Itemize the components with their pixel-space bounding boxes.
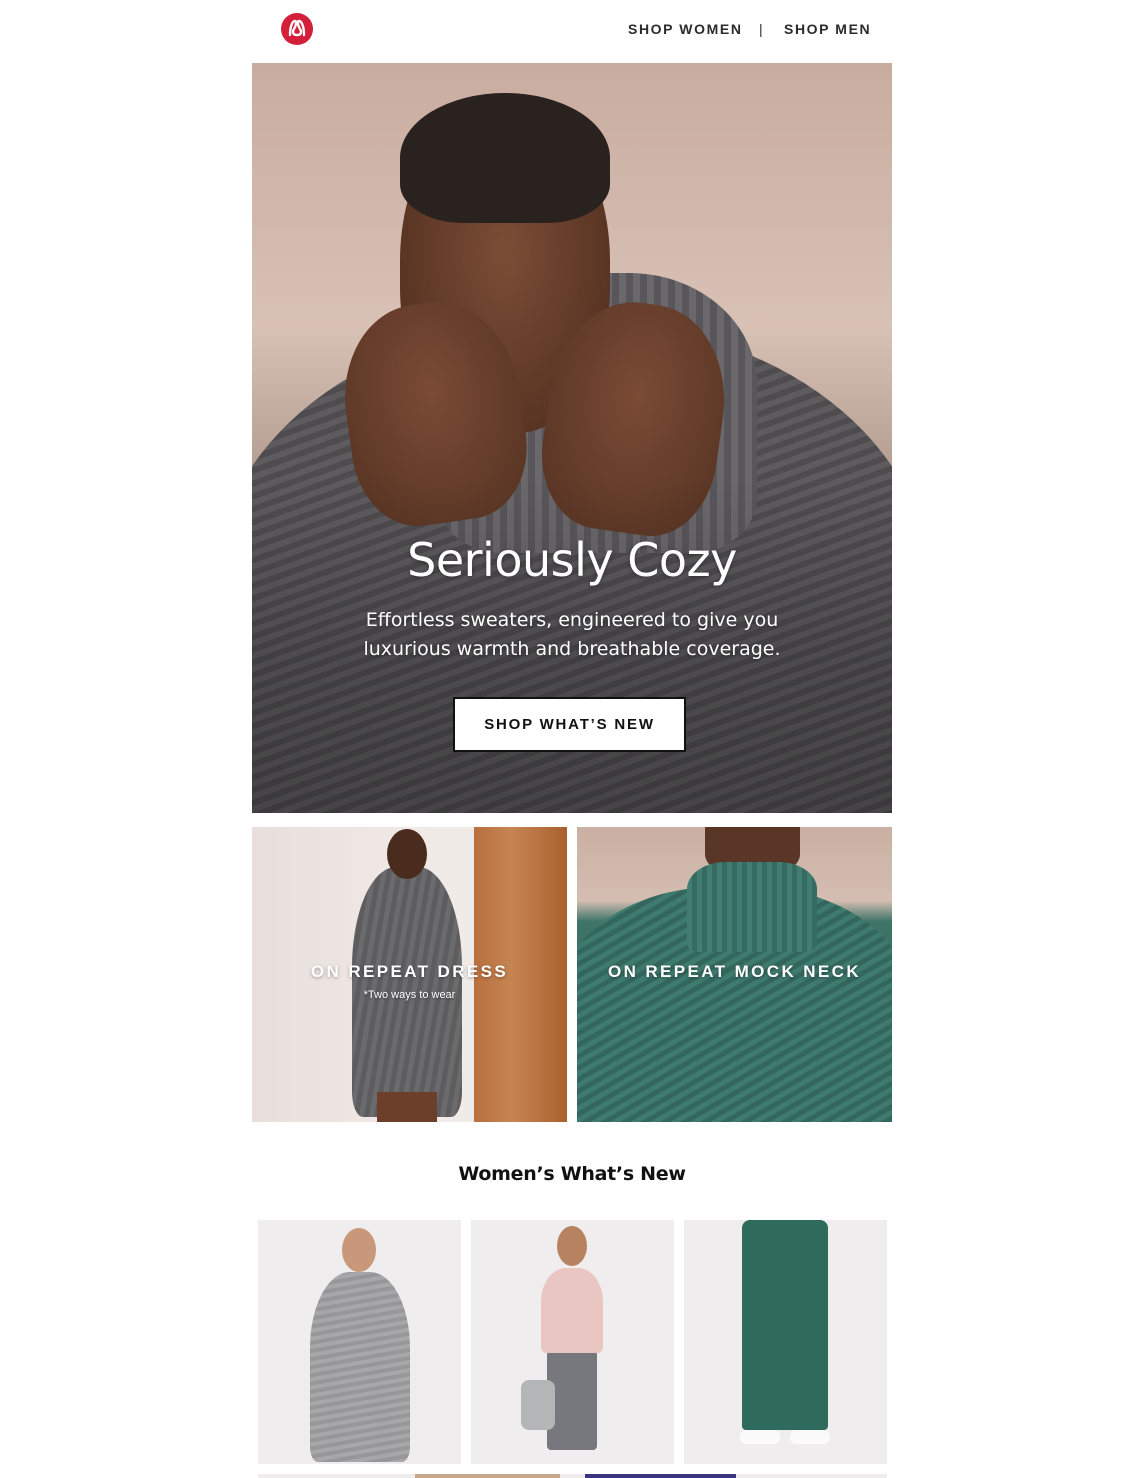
hero-title: Seriously Cozy	[407, 533, 737, 587]
product-image-green-pants	[742, 1220, 828, 1430]
section-title: Women’s What’s New	[458, 1163, 686, 1185]
nav-shop-men-link[interactable]: SHOP MEN	[784, 21, 871, 37]
product-card-jacket[interactable]	[258, 1220, 461, 1464]
product-image-left-shoe	[740, 1430, 780, 1444]
brand-logo-icon[interactable]	[281, 13, 313, 45]
hero-banner[interactable]: Seriously Cozy Effortless sweaters, engi…	[252, 63, 892, 813]
product-image-right-shoe	[790, 1430, 830, 1444]
tile-title: ON REPEAT MOCK NECK	[607, 962, 862, 981]
hero-subtitle: Effortless sweaters, engineered to give …	[363, 609, 781, 660]
nav-separator: |	[759, 21, 765, 37]
tile-image-model-legs	[377, 1092, 437, 1122]
tile-note: *Two ways to wear	[363, 989, 456, 1001]
nav-shop-women-link[interactable]: SHOP WOMEN	[628, 21, 743, 37]
tile-image-model-head	[387, 829, 427, 879]
product-image-model-head	[342, 1228, 376, 1272]
tile-on-repeat-mock-neck[interactable]: ON REPEAT MOCK NECK	[577, 827, 892, 1122]
product-image-model-head	[557, 1226, 587, 1266]
product-card-sweater[interactable]	[471, 1220, 674, 1464]
next-product-row-edge	[258, 1474, 887, 1478]
email-header: SHOP WOMEN | SHOP MEN	[252, 0, 892, 62]
product-image-grey-zip-jacket	[310, 1272, 410, 1462]
product-card-pants[interactable]	[684, 1220, 887, 1464]
tile-on-repeat-dress[interactable]: ON REPEAT DRESS *Two ways to wear	[252, 827, 567, 1122]
product-image-bag	[521, 1380, 555, 1430]
tile-title: ON REPEAT DRESS	[310, 962, 509, 981]
shop-whats-new-button[interactable]: SHOP WHAT’S NEW	[453, 697, 686, 752]
tile-image-mock-neck-collar	[687, 862, 817, 952]
product-image-pink-sweater	[541, 1268, 603, 1353]
